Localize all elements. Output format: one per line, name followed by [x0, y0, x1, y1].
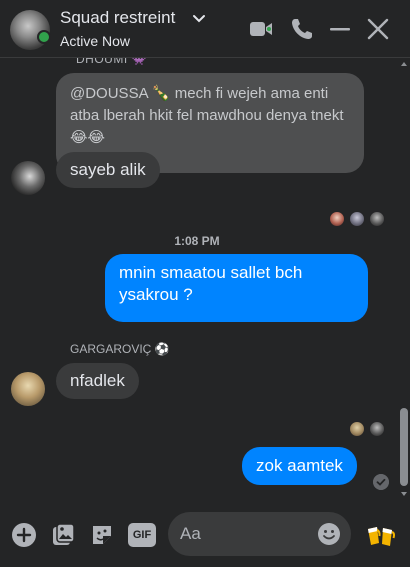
scroll-down-arrow-icon[interactable] [401, 492, 407, 496]
message-timestamp: 1:08 PM [174, 234, 220, 248]
gallery-icon[interactable] [50, 522, 76, 548]
sender-name: GARGAROVIÇ ⚽ [70, 342, 170, 356]
video-call-icon[interactable] [248, 16, 274, 42]
delivered-check-icon [373, 474, 389, 490]
conversation-title[interactable]: Squad restreint [60, 8, 175, 28]
sticker-icon[interactable] [89, 522, 115, 548]
message-input[interactable] [180, 512, 310, 556]
scroll-up-arrow-icon[interactable] [401, 62, 407, 66]
sender-avatar[interactable] [11, 161, 45, 195]
message-line: mnin smaatou sallet bch [119, 263, 303, 282]
seen-avatar [349, 421, 365, 437]
message-bubble-out[interactable]: zok aamtek [242, 447, 357, 485]
seen-avatar [369, 421, 385, 437]
scrollbar-thumb[interactable] [400, 408, 408, 486]
chevron-down-icon[interactable] [192, 12, 206, 26]
add-icon[interactable] [11, 522, 37, 548]
cheers-icon[interactable] [365, 521, 397, 549]
chat-header: Squad restreint Active Now [0, 0, 410, 58]
sender-avatar[interactable] [11, 372, 45, 406]
seen-avatar [329, 211, 345, 227]
sender-name: DHOUMI 👾 [76, 58, 147, 66]
scrollbar[interactable] [398, 58, 410, 500]
message-input-wrapper [168, 512, 351, 556]
seen-avatar [369, 211, 385, 227]
message-bubble-in[interactable]: sayeb alik [56, 152, 160, 188]
active-status-dot [37, 30, 51, 44]
message-composer: GIF [0, 500, 410, 567]
phone-icon[interactable] [289, 16, 315, 42]
message-list: DHOUMI 👾 @DOUSSA 🍾 mech fi wejeh ama ent… [0, 58, 410, 500]
seen-avatar [349, 211, 365, 227]
emoji-icon[interactable] [317, 522, 341, 546]
gif-icon[interactable]: GIF [128, 523, 156, 547]
message-bubble-out[interactable]: mnin smaatou sallet bch ysakrou ? [105, 254, 368, 322]
message-bubble-in[interactable]: nfadlek [56, 363, 139, 399]
minimize-icon[interactable] [327, 16, 353, 42]
active-status-text: Active Now [60, 33, 131, 49]
close-icon[interactable] [365, 16, 391, 42]
message-line: ysakrou ? [119, 285, 193, 304]
